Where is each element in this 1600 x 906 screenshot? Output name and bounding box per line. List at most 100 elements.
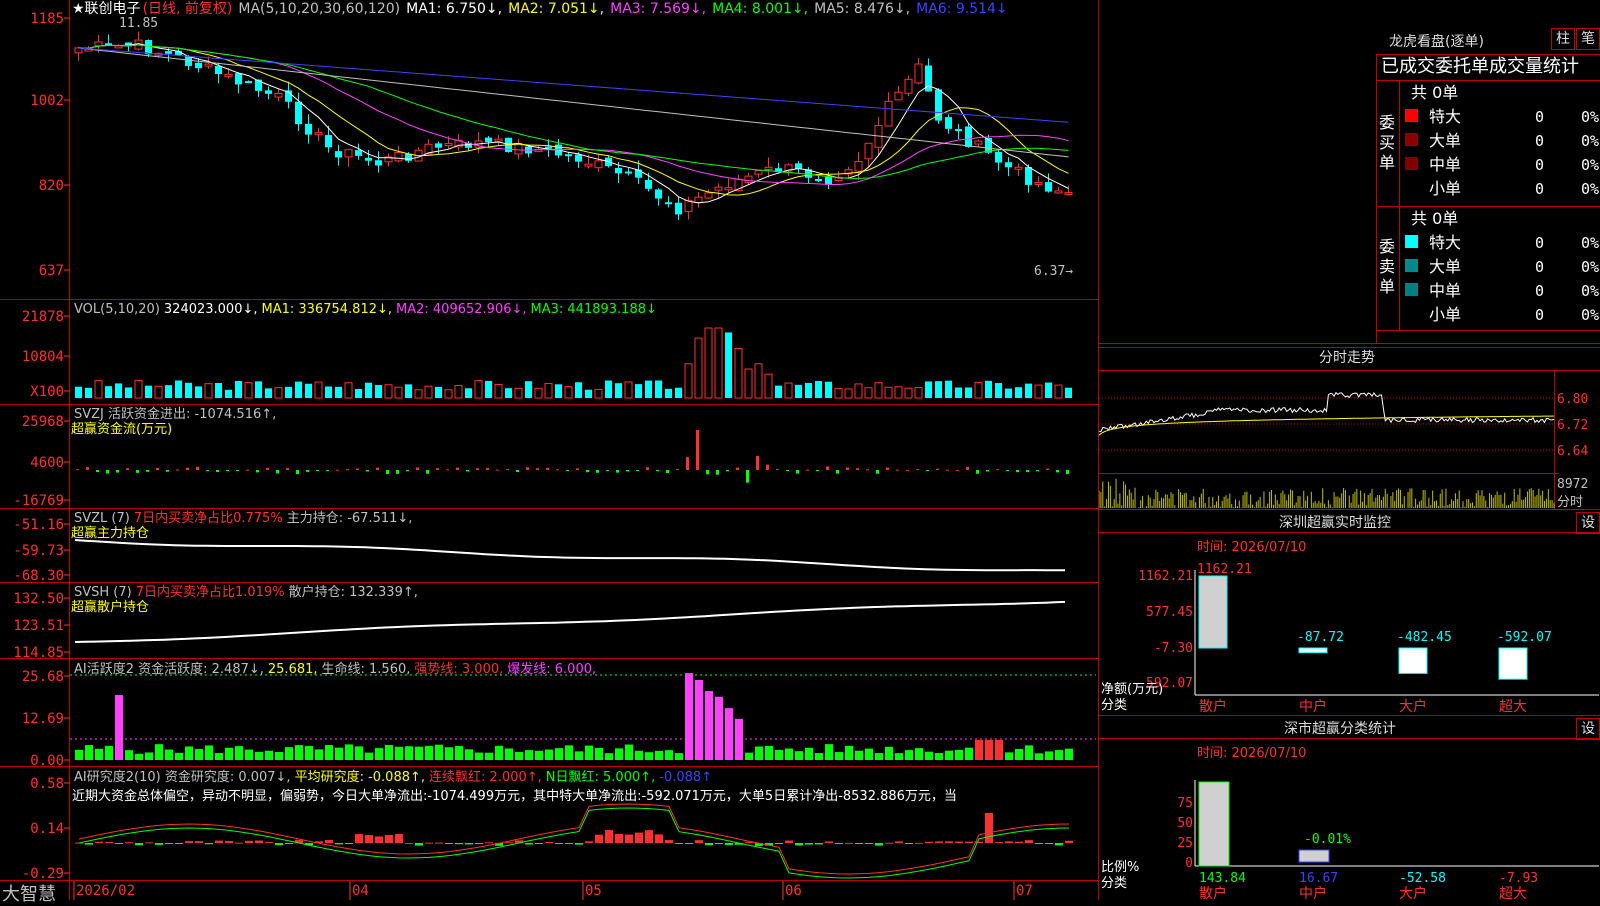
sell-vertical-label: 委卖单 <box>1379 237 1395 296</box>
classify-value: 143.84 <box>1199 871 1246 886</box>
bar-mode-button[interactable]: 柱 <box>1551 28 1575 50</box>
research-bar <box>135 843 143 846</box>
candle <box>744 175 753 183</box>
research-bar <box>195 841 203 843</box>
volume-bar <box>864 387 873 399</box>
fund-flow-bar <box>426 470 429 474</box>
activity-bar <box>265 750 273 760</box>
candle <box>675 202 682 215</box>
activity-bar <box>145 752 153 760</box>
fund-flow-bar <box>176 469 179 471</box>
activity-bar <box>1005 752 1013 760</box>
research-bar <box>805 843 813 845</box>
volume-bar <box>204 383 213 399</box>
candle <box>635 169 642 178</box>
candle <box>405 153 412 161</box>
volume-bar <box>125 387 132 398</box>
svzj-header: SVZJ 活跃资金进出: -1074.516↑, <box>74 406 276 422</box>
fund-flow-bar <box>866 469 869 471</box>
fund-flow-bar <box>386 470 389 475</box>
svg-text:0%: 0% <box>1581 132 1599 150</box>
fund-flow-bar <box>586 470 589 473</box>
volume-bar <box>694 337 703 399</box>
volume-bar <box>894 386 903 399</box>
vol-header: VOL(5,10,20) 324023.000↓, MA1: 336754.812↓… <box>74 302 657 317</box>
activity-bar <box>585 745 593 760</box>
volume-bar <box>75 386 82 398</box>
fund-flow-bar <box>526 467 529 470</box>
candle <box>224 73 233 77</box>
research-bar <box>455 843 463 845</box>
candle <box>1054 190 1063 194</box>
fund-flow-bar <box>946 469 949 471</box>
volume-bar <box>344 382 353 399</box>
research-bar <box>785 840 793 843</box>
volume-bar <box>594 388 603 399</box>
activity-bar <box>345 744 353 760</box>
kline-chart-area[interactable]: 1185 1002 820 637 21878 10804 X100 25968 4600 -16… <box>0 0 1098 900</box>
volume-bar <box>295 381 302 398</box>
activity-bar <box>815 753 823 760</box>
research-header: AI研究度2(10) 资金研究度: 0.007↓, 平均研究度: -0.088↑,… <box>74 769 712 785</box>
volume-bar <box>185 382 192 398</box>
svzl-axis-label: -51.16 <box>13 517 64 533</box>
tick-mode-button[interactable]: 笔 <box>1576 28 1600 50</box>
volume-bar <box>624 381 633 399</box>
volume-bar <box>414 389 423 399</box>
kline-svg[interactable]: 1185 1002 820 637 21878 10804 X100 25968 4600 -16… <box>0 0 1098 900</box>
svg-text:0%: 0% <box>1581 234 1599 252</box>
volume-bar <box>225 389 232 398</box>
volume-bar <box>365 382 372 398</box>
volume-bar <box>474 380 483 399</box>
fund-flow-bar <box>106 470 109 474</box>
svzj-axis-label: -16769 <box>13 493 64 509</box>
candle <box>594 160 603 169</box>
volume-bar <box>834 387 843 399</box>
research-bar <box>355 834 363 843</box>
activity-bar <box>885 746 893 760</box>
classify-title: 深市超赢分类统计 <box>1284 720 1396 737</box>
research-bar <box>365 835 373 843</box>
activity-bar <box>155 744 163 760</box>
volume-bar <box>734 348 743 399</box>
volume-bar <box>325 386 332 398</box>
research-bar <box>675 843 683 844</box>
fund-flow-bar <box>236 470 239 471</box>
classify-settings-button[interactable]: 设 <box>1576 718 1600 740</box>
svzl-subtitle: 超赢主力持仓 <box>71 525 149 541</box>
candle <box>565 154 572 157</box>
research-bar <box>105 841 113 843</box>
monitor-settings-button[interactable]: 设 <box>1576 512 1600 534</box>
fund-flow-bar <box>536 468 539 470</box>
candle <box>145 40 152 55</box>
candle <box>265 90 272 94</box>
intraday-axis-label: 6.64 <box>1557 444 1588 459</box>
high-price-label: 11.85 <box>119 16 158 31</box>
volume-bar <box>534 387 543 399</box>
activity-bar <box>725 708 733 760</box>
research-bar <box>885 842 893 844</box>
monitor-time: 时间: 2026/07/10 <box>1197 540 1306 555</box>
svg-text:-482.45: -482.45 <box>1397 630 1452 645</box>
activity-bar <box>1035 753 1043 760</box>
volume-bar <box>575 382 582 398</box>
svzj-axis-label: 4600 <box>30 455 64 471</box>
fund-flow-bar <box>616 470 619 473</box>
dragon-row: 中单 0 0% <box>1405 281 1599 300</box>
activity-bar <box>655 750 663 760</box>
svg-text:0: 0 <box>1535 234 1544 252</box>
classify-axis-label: 75 <box>1177 796 1193 811</box>
fund-flow-bar <box>356 468 359 470</box>
activity-bar <box>865 748 873 760</box>
research-bar <box>635 832 643 843</box>
volume-bar <box>265 388 272 398</box>
activity-bar <box>525 750 533 760</box>
activity-bar <box>985 740 993 760</box>
fund-flow-bar <box>776 468 779 470</box>
fund-flow-bar <box>86 467 89 470</box>
fund-flow-bar <box>246 469 249 471</box>
activity-bar <box>875 752 883 760</box>
activity-bar <box>775 749 783 760</box>
activity-bar <box>905 750 913 760</box>
monitor-bar: -482.45 大户 <box>1397 630 1452 715</box>
